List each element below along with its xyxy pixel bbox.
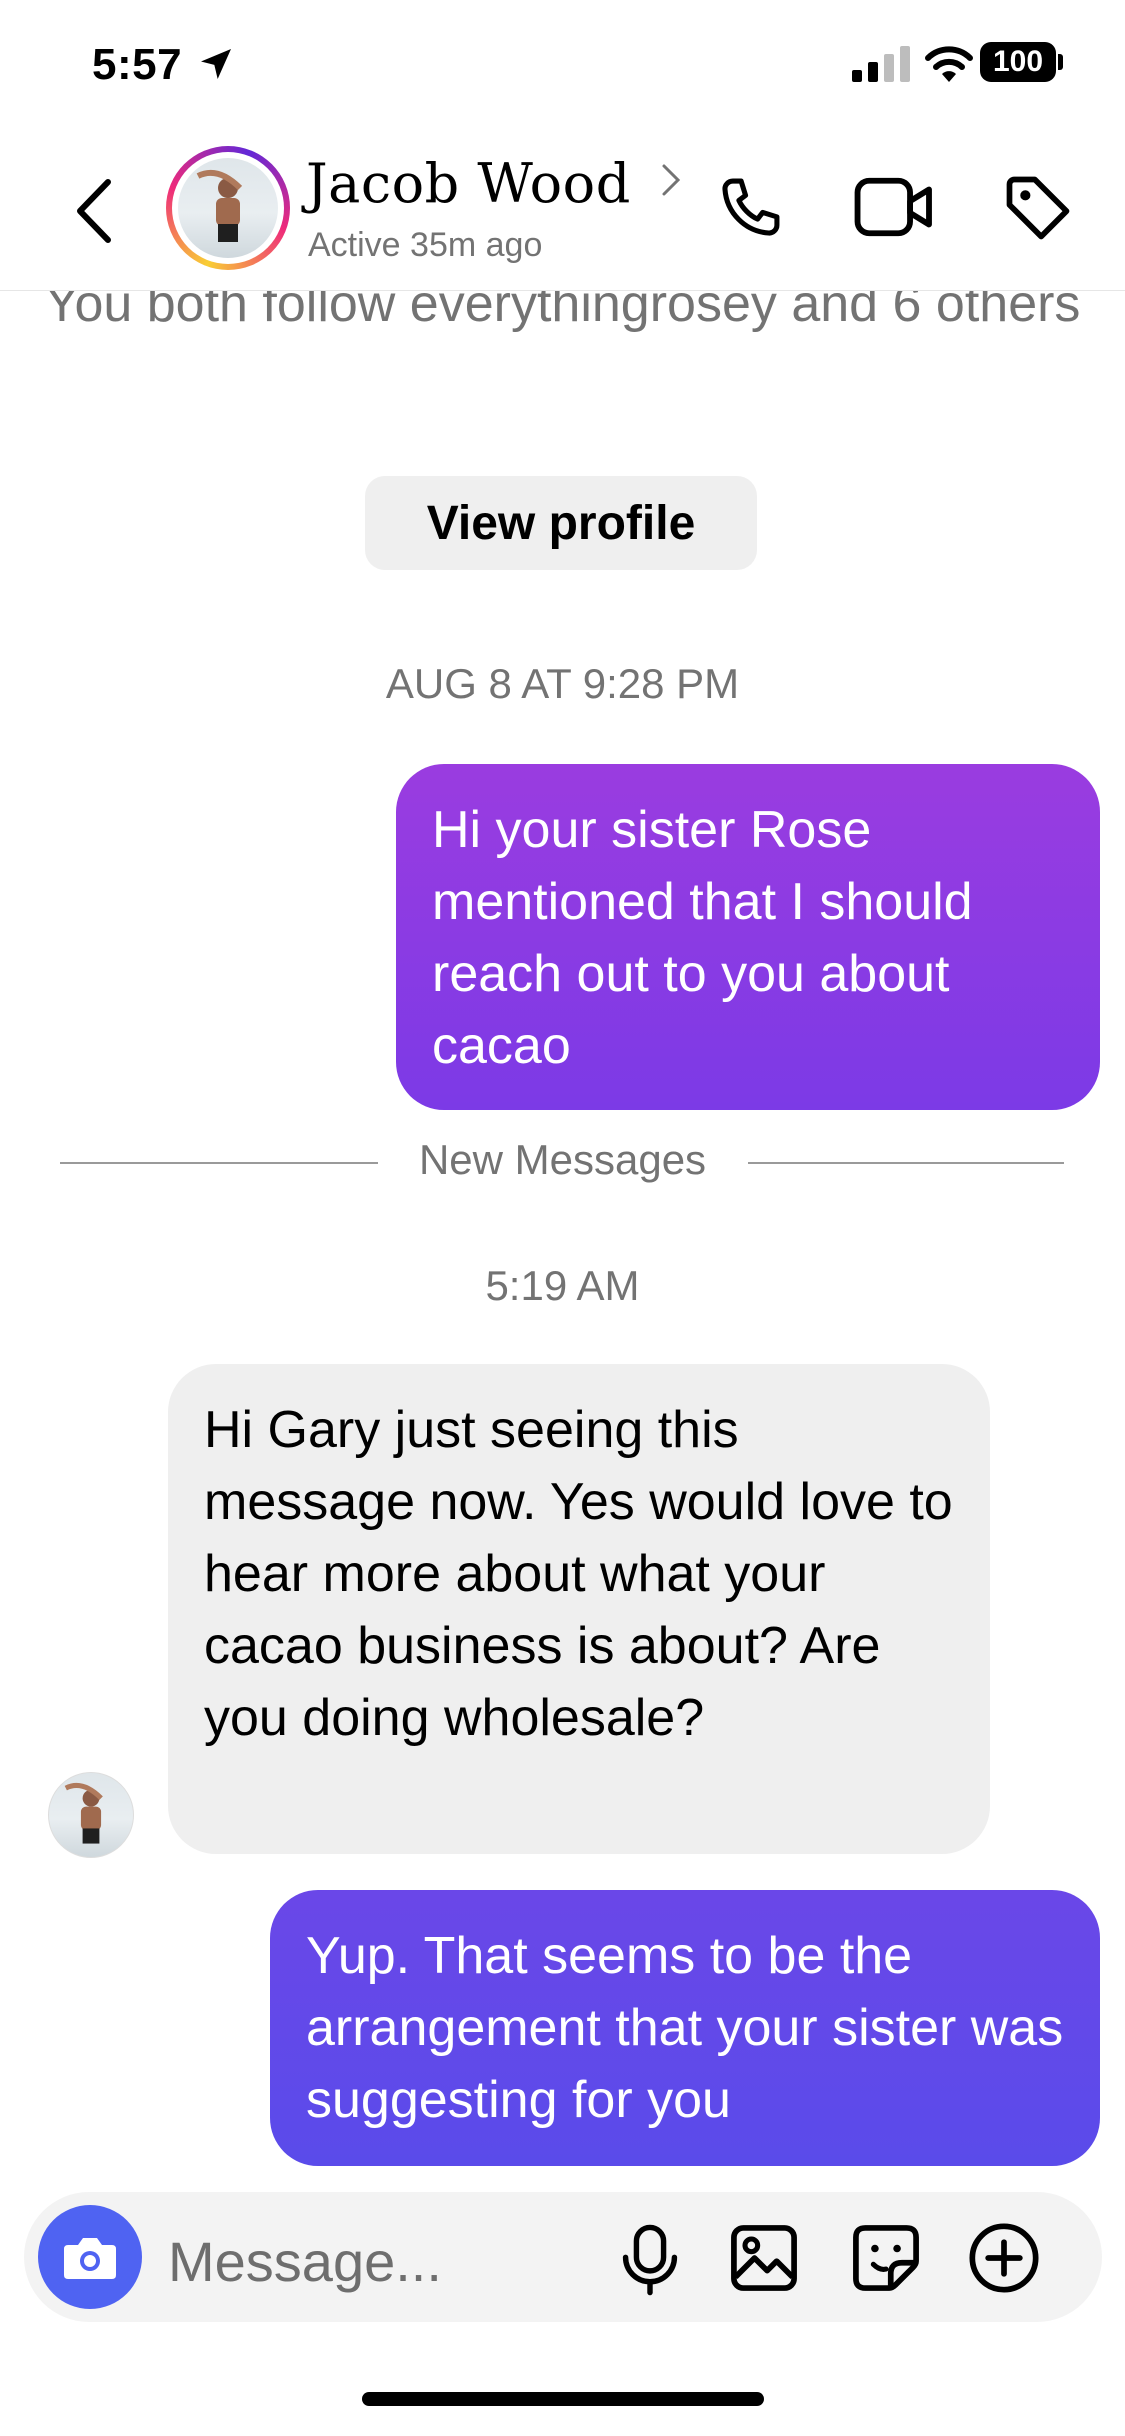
camera-icon <box>64 2238 116 2279</box>
battery-indicator: 100 <box>980 42 1056 82</box>
back-chevron-icon[interactable] <box>70 176 120 246</box>
outgoing-message-bubble[interactable]: Yup. That seems to be the arrangement th… <box>270 1890 1100 2166</box>
message-timestamp: AUG 8 AT 9:28 PM <box>385 660 740 707</box>
incoming-message-bubble[interactable]: Hi Gary just seeing this message now. Ye… <box>168 1364 990 1854</box>
battery-nub <box>1058 54 1063 70</box>
wifi-icon <box>925 46 973 82</box>
microphone-icon[interactable] <box>616 2222 684 2298</box>
plus-circle-icon[interactable] <box>966 2220 1042 2296</box>
phone-icon[interactable] <box>712 170 788 246</box>
sender-avatar[interactable] <box>48 1772 134 1858</box>
camera-button[interactable] <box>38 2205 142 2309</box>
active-status: Active 35m ago <box>308 226 543 264</box>
status-time: 5:57 <box>92 40 183 89</box>
view-profile-button[interactable]: View profile <box>365 476 757 570</box>
signal-icon <box>852 46 910 82</box>
message-timestamp: 5:19 AM <box>485 1262 640 1309</box>
home-indicator[interactable] <box>362 2392 764 2406</box>
avatar[interactable] <box>178 158 278 258</box>
sticker-icon[interactable] <box>848 2220 924 2296</box>
chevron-right-icon[interactable] <box>660 160 682 200</box>
tag-icon[interactable] <box>1000 170 1076 246</box>
outgoing-message-bubble[interactable]: Hi your sister Rose mentioned that I sho… <box>396 764 1100 1110</box>
location-arrow-icon <box>201 49 231 79</box>
divider-line-right <box>748 1162 1064 1164</box>
contact-name[interactable]: Jacob Wood <box>306 152 631 215</box>
gallery-icon[interactable] <box>726 2220 802 2296</box>
avatar-photo-icon <box>196 170 243 242</box>
sender-photo-icon <box>64 1783 103 1844</box>
new-messages-divider: New Messages <box>418 1136 707 1183</box>
video-camera-icon[interactable] <box>852 172 936 242</box>
message-input[interactable] <box>166 2220 610 2302</box>
